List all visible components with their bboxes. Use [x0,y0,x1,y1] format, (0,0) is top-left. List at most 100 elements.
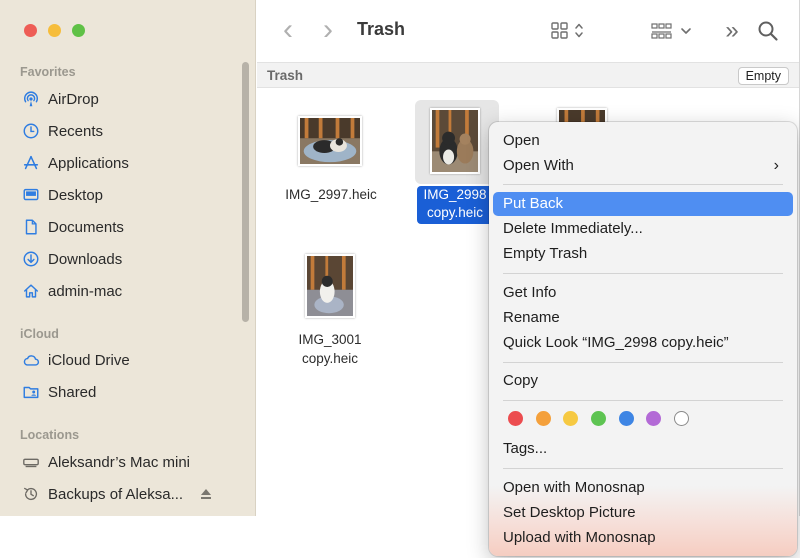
tag-purple-button[interactable] [646,411,661,426]
grid-view-icon [551,22,583,39]
shared-folder-icon [20,382,42,402]
chevron-right-icon: › [773,157,779,174]
menu-item-put-back[interactable]: Put Back [493,192,793,216]
toolbar-overflow-button[interactable]: » [719,17,745,45]
file-name-line2: copy.heic [301,351,359,366]
menu-item-tags[interactable]: Tags... [493,437,793,461]
clock-icon [20,121,42,141]
eject-icon[interactable] [200,488,212,500]
menu-item-copy[interactable]: Copy [493,369,793,393]
group-view-icon [651,23,691,39]
sidebar-item-label: AirDrop [48,90,99,108]
menu-item-open[interactable]: Open [493,129,793,153]
sidebar-item-label: Recents [48,122,104,140]
tag-blue-button[interactable] [619,411,634,426]
context-menu: Open Open With › Put Back Delete Immedia… [489,122,797,556]
cat-photo-icon [300,118,360,164]
file-thumbnail [298,116,362,166]
menu-item-open-with[interactable]: Open With › [493,154,793,178]
file-thumbnail [305,254,355,318]
back-button[interactable]: ‹ [277,13,299,46]
search-button[interactable] [755,18,781,44]
tag-gray-button[interactable] [674,411,689,426]
computer-icon [20,452,42,472]
sidebar-scrollbar[interactable] [242,62,249,322]
file-name-line2: copy.heic [426,205,484,220]
group-by-button[interactable] [649,20,695,42]
menu-item-label: Open With [503,157,574,174]
sidebar-item-recents[interactable]: Recents [20,119,103,143]
minimize-window-button[interactable] [48,24,61,37]
sidebar-item-label: Backups of Aleksa... [48,485,184,503]
file-thumbnail [430,108,480,174]
cat-photo-icon [432,110,478,172]
time-machine-icon [20,484,42,504]
sidebar: Favorites AirDrop Recents Applications D… [0,0,256,516]
menu-separator [503,400,783,401]
sidebar-item-shared[interactable]: Shared [20,380,96,404]
toolbar: ‹ › Trash » [257,0,799,62]
sidebar-item-admin-mac[interactable]: admin-mac [20,279,122,303]
menu-item-set-desktop-picture[interactable]: Set Desktop Picture [493,501,793,525]
menu-item-get-info[interactable]: Get Info [493,281,793,305]
sidebar-item-label: admin-mac [48,282,123,300]
menu-separator [503,468,783,469]
file-item[interactable]: IMG_3001 copy.heic [282,248,378,372]
sidebar-item-desktop[interactable]: Desktop [20,183,103,207]
window-title: Trash [357,19,406,39]
sidebar-item-airdrop[interactable]: AirDrop [20,87,99,111]
forward-button[interactable]: › [317,13,339,46]
home-icon [20,281,42,301]
sidebar-item-label: Aleksandr’s Mac mini [48,453,190,471]
file-name: IMG_2997.heic [285,187,377,202]
path-title: Trash [267,68,304,83]
zoom-window-button[interactable] [72,24,85,37]
file-item-selected[interactable]: IMG_2998 copy.heic [413,100,501,226]
sidebar-item-label: iCloud Drive [48,351,130,369]
menu-separator [503,362,783,363]
sidebar-item-downloads[interactable]: Downloads [20,247,122,271]
menu-item-quick-look[interactable]: Quick Look “IMG_2998 copy.heic” [493,331,793,355]
sidebar-item-label: Applications [48,154,129,172]
cloud-icon [20,350,42,370]
sidebar-item-icloud-drive[interactable]: iCloud Drive [20,348,130,372]
tag-orange-button[interactable] [536,411,551,426]
empty-trash-button[interactable]: Empty [737,67,789,85]
cat-photo-icon [307,256,353,316]
sidebar-item-label: Documents [48,218,124,236]
traffic-lights [24,24,85,37]
file-name-line1: IMG_2998 [423,187,487,202]
close-window-button[interactable] [24,24,37,37]
sidebar-section-locations: Locations [20,428,80,442]
tag-yellow-button[interactable] [563,411,578,426]
sidebar-item-documents[interactable]: Documents [20,215,124,239]
search-icon [758,21,778,41]
menu-item-open-with-monosnap[interactable]: Open with Monosnap [493,476,793,500]
sidebar-item-label: Desktop [48,186,104,204]
applications-icon [20,153,42,173]
document-icon [20,217,42,237]
menu-item-upload-with-monosnap[interactable]: Upload with Monosnap [493,526,793,550]
download-icon [20,249,42,269]
file-name-selected: IMG_2998 copy.heic [417,186,493,224]
sidebar-item-backups[interactable]: Backups of Aleksa... [20,482,183,506]
sidebar-item-label: Shared [48,383,97,401]
path-bar: Trash Empty [257,62,799,88]
sidebar-section-favorites: Favorites [20,65,76,79]
menu-separator [503,184,783,185]
tag-green-button[interactable] [591,411,606,426]
menu-item-rename[interactable]: Rename [493,306,793,330]
sidebar-section-icloud: iCloud [20,327,59,341]
sidebar-item-applications[interactable]: Applications [20,151,129,175]
sidebar-item-label: Downloads [48,250,123,268]
menu-separator [503,273,783,274]
airdrop-icon [20,89,42,109]
view-mode-button[interactable] [549,20,589,42]
desktop-icon [20,185,42,205]
file-name-line1: IMG_3001 [298,332,362,347]
tag-red-button[interactable] [508,411,523,426]
sidebar-item-mac-mini[interactable]: Aleksandr’s Mac mini [20,450,190,474]
menu-item-delete-immediately[interactable]: Delete Immediately... [493,217,793,241]
menu-item-empty-trash[interactable]: Empty Trash [493,242,793,266]
file-item[interactable]: IMG_2997.heic [276,108,386,208]
